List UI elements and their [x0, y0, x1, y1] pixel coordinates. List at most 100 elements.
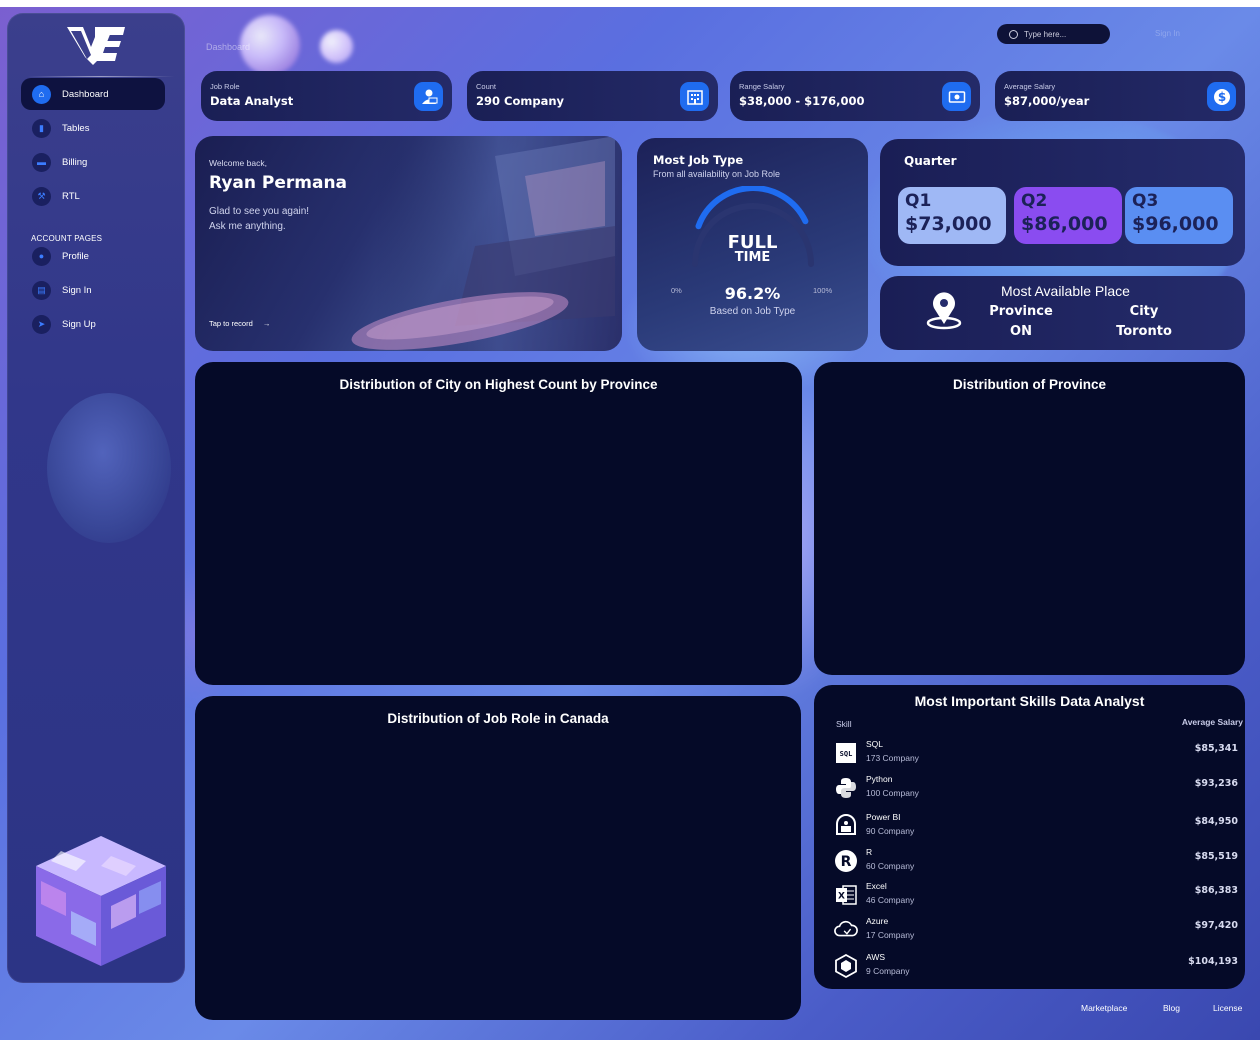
sidebar-item-tables[interactable]: ▮ Tables — [21, 112, 165, 144]
quarter-box-q1: Q1 $73,000 — [898, 187, 1006, 244]
skill-row-powerbi: Power BI 90 Company $84,950 — [834, 812, 1238, 842]
credit-card-icon: ▬ — [32, 152, 51, 172]
sidebar-item-label: Billing — [62, 156, 88, 168]
skill-count: 100 Company — [866, 788, 919, 798]
job-type-title: Most Job Type — [653, 153, 744, 167]
skill-name: Power BI — [866, 812, 901, 822]
footer-link-marketplace[interactable]: Marketplace — [1081, 1003, 1127, 1013]
sidebar-item-label: Tables — [62, 122, 90, 134]
quarter-title: Quarter — [904, 154, 957, 168]
aws-icon — [834, 954, 858, 978]
document-icon: ▤ — [32, 280, 51, 300]
available-place-card: Most Available Place Province ON City To… — [880, 276, 1245, 350]
skill-name: SQL — [866, 739, 884, 749]
quarter-label: Q3 — [1132, 191, 1159, 211]
panel-title: Distribution of City on Highest Count by… — [339, 377, 658, 392]
skill-row-excel: X Excel 46 Company $86,383 — [834, 881, 1238, 911]
skill-count: 17 Company — [866, 930, 915, 940]
breadcrumb[interactable]: Dashboard — [206, 42, 250, 52]
panel-title: Distribution of Province — [952, 377, 1106, 392]
sidebar-item-label: Sign Up — [62, 318, 96, 330]
quarter-box-q3: Q3 $96,000 — [1125, 187, 1233, 244]
quarter-card: Quarter Q1 $73,000 Q2 $86,000 Q3 $96,000 — [880, 139, 1245, 266]
province-value: ON — [1010, 324, 1032, 339]
wrench-icon: ⚒ — [32, 186, 51, 206]
skill-count: 173 Company — [866, 753, 919, 763]
skill-salary: $85,341 — [1194, 743, 1238, 754]
skill-count: 9 Company — [866, 966, 910, 976]
gauge-value: 96.2% — [724, 284, 781, 303]
welcome-line: Ask me anything. — [209, 221, 286, 232]
job-type-subtitle: From all availability on Job Role — [653, 169, 781, 179]
quarter-box-q2: Q2 $86,000 — [1014, 187, 1122, 244]
salary-column-header: Average Salary — [1181, 717, 1243, 727]
quarter-value: $86,000 — [1021, 213, 1108, 235]
skill-salary: $93,236 — [1194, 778, 1238, 789]
city-by-province-panel: Distribution of City on Highest Count by… — [195, 362, 802, 685]
panel-title: Distribution of Job Role in Canada — [387, 711, 609, 726]
skill-count: 90 Company — [866, 826, 915, 836]
svg-text:$: $ — [1217, 90, 1225, 104]
skill-row-sql: SQL SQL 173 Company $85,341 — [834, 739, 1238, 769]
gauge-center-line2: TIME — [734, 250, 771, 265]
svg-text:X: X — [838, 892, 845, 902]
quarter-label: Q1 — [905, 191, 932, 211]
search-input[interactable]: Type here... — [997, 24, 1110, 44]
person-laptop-icon — [414, 82, 443, 111]
arrow-right-icon: → — [262, 319, 271, 328]
skill-salary: $86,383 — [1194, 885, 1238, 896]
welcome-subtitle: Glad to see you again! Ask me anything. — [209, 204, 309, 234]
user-name: Ryan Permana — [209, 173, 348, 193]
powerbi-icon — [834, 814, 858, 838]
city-label: City — [1129, 304, 1159, 319]
search-placeholder: Type here... — [1024, 29, 1067, 39]
stats-icon: ▮ — [32, 118, 51, 138]
skill-salary: $85,519 — [1194, 851, 1238, 862]
sidebar-item-profile[interactable]: ● Profile — [21, 240, 165, 272]
sidebar-divider — [27, 76, 175, 77]
stat-card-range-salary: Range Salary $38,000 - $176,000 — [730, 71, 980, 121]
sidebar-item-rtl[interactable]: ⚒ RTL — [21, 180, 165, 212]
skill-name: Python — [866, 774, 893, 784]
job-role-panel: Distribution of Job Role in Canada — [195, 696, 801, 1020]
sidebar-item-label: Dashboard — [62, 88, 109, 100]
svg-text:R: R — [841, 854, 852, 870]
bg-bubble — [320, 30, 353, 63]
footer-link-blog[interactable]: Blog — [1163, 1003, 1180, 1013]
footer-link-license[interactable]: License — [1213, 1003, 1242, 1013]
sidebar-item-sign-up[interactable]: ➤ Sign Up — [21, 308, 165, 340]
gauge-caption: Based on Job Type — [709, 306, 796, 317]
excel-icon: X — [834, 883, 858, 907]
building-icon — [680, 82, 709, 111]
search-icon — [1009, 29, 1018, 39]
stat-card-job-role: Job Role Data Analyst — [201, 71, 452, 121]
sidebar-item-dashboard[interactable]: ⌂ Dashboard — [21, 78, 165, 110]
welcome-card: Welcome back, Ryan Permana Glad to see y… — [195, 136, 622, 351]
welcome-greeting: Welcome back, — [209, 158, 267, 168]
top-strip — [0, 0, 1260, 7]
place-title: Most Available Place — [1001, 283, 1130, 299]
cube-illustration — [36, 836, 166, 966]
sidebar-item-billing[interactable]: ▬ Billing — [21, 146, 165, 178]
signin-link[interactable]: Sign In — [1155, 29, 1180, 38]
user-icon: ● — [32, 246, 51, 266]
skill-name: Azure — [866, 916, 889, 926]
province-label: Province — [989, 304, 1053, 319]
skill-row-python: Python 100 Company $93,236 — [834, 774, 1238, 804]
welcome-line: Glad to see you again! — [209, 206, 310, 217]
skill-name: R — [866, 847, 873, 857]
dollar-icon: $ — [1207, 82, 1236, 111]
skill-name: Excel — [866, 881, 887, 891]
quarter-value: $73,000 — [905, 213, 992, 235]
sidebar-item-sign-in[interactable]: ▤ Sign In — [21, 274, 165, 306]
tap-to-record-label: Tap to record — [209, 319, 253, 328]
tap-to-record-button[interactable]: Tap to record → — [209, 319, 270, 328]
sidebar: ⌂ Dashboard ▮ Tables ▬ Billing ⚒ RTL ACC… — [7, 13, 185, 983]
city-value: Toronto — [1116, 324, 1172, 339]
stat-card-average-salary: Average Salary $87,000/year $ — [995, 71, 1245, 121]
skill-column-header: Skill — [836, 719, 852, 729]
sql-icon: SQL — [834, 741, 858, 765]
job-type-card: Most Job Type From all availability on J… — [637, 138, 868, 351]
sidebar-item-label: RTL — [62, 190, 80, 202]
sidebar-item-label: Profile — [62, 250, 89, 262]
